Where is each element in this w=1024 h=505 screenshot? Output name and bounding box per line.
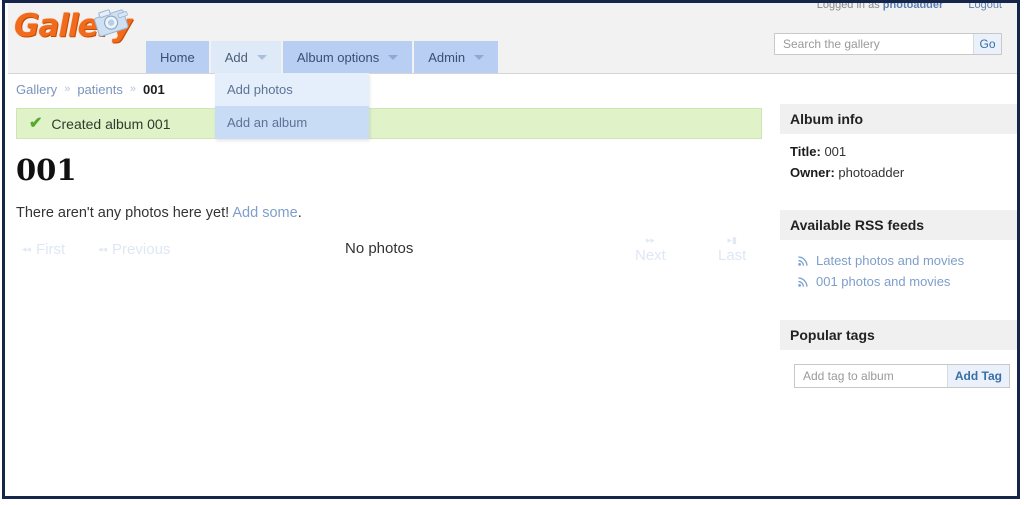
- album-info-owner-row: Owner: photoadder: [790, 165, 1010, 180]
- rss-icon: [798, 277, 808, 287]
- sidebar-block-rss: Available RSS feeds Latest photos and mo…: [780, 210, 1017, 298]
- pagination-last-label: Last: [718, 247, 747, 264]
- chevron-down-icon: [474, 54, 485, 60]
- breadcrumb: Gallery » patients » 001: [8, 74, 1017, 104]
- next-page-icon: ▸▸: [645, 235, 655, 245]
- album-info-title-row: Title: 001: [790, 144, 1010, 159]
- nav-tab-home-label: Home: [160, 49, 195, 65]
- site-header: Gallery Logged in as photoadder Logout G…: [8, 3, 1017, 139]
- album-info-heading: Album info: [780, 104, 1017, 134]
- popular-tags-heading: Popular tags: [780, 320, 1017, 350]
- last-page-icon: ▸▮: [727, 235, 737, 245]
- nav-tab-add-label: Add: [224, 49, 248, 65]
- logout-link[interactable]: Logout: [968, 3, 1002, 11]
- nav-tab-album-options-label: Album options: [296, 49, 380, 65]
- status-message-text: Created album 001: [51, 115, 171, 132]
- album-info-owner-value: photoadder: [838, 165, 905, 180]
- username-link[interactable]: photoadder: [883, 3, 944, 11]
- breadcrumb-item-current: 001: [142, 81, 165, 97]
- pagination-next-label: Next: [635, 247, 666, 264]
- sidebar: Album info Title: 001 Owner: photoadder …: [780, 104, 1017, 496]
- rss-body: Latest photos and movies 001 photos and …: [780, 240, 1017, 298]
- search-go-button[interactable]: Go: [973, 34, 1001, 54]
- add-tag-input[interactable]: [795, 365, 947, 387]
- album-info-body: Title: 001 Owner: photoadder: [780, 134, 1017, 192]
- search-form: Go: [774, 33, 1002, 55]
- sidebar-block-album-info: Album info Title: 001 Owner: photoadder: [780, 104, 1017, 192]
- album-info-title-label: Title:: [790, 144, 821, 159]
- nav-tab-admin-label: Admin: [428, 49, 466, 65]
- rss-feed-row[interactable]: Latest photos and movies: [790, 250, 1010, 271]
- pagination-first-label: First: [36, 241, 66, 258]
- menu-item-add-an-album[interactable]: Add an album: [215, 106, 369, 139]
- add-tag-button[interactable]: Add Tag: [946, 365, 1009, 387]
- album-info-title-value: 001: [824, 144, 847, 159]
- gallery-logo[interactable]: Gallery: [12, 5, 137, 57]
- pagination-next[interactable]: ▸▸ Next: [635, 235, 666, 265]
- sidebar-block-tags: Popular tags Add Tag: [780, 320, 1017, 388]
- empty-album-text: There aren't any photos here yet!: [16, 204, 230, 221]
- pagination: ◂◂ First ◂◂ Previous No photos ▸▸ Next ▸…: [8, 232, 770, 282]
- rss-heading: Available RSS feeds: [780, 210, 1017, 240]
- breadcrumb-separator: »: [64, 83, 71, 95]
- add-dropdown-menu: Add photos Add an album: [215, 73, 369, 139]
- pagination-status: No photos: [345, 240, 414, 257]
- nav-tab-album-options[interactable]: Album options: [282, 41, 415, 73]
- previous-page-icon: ◂◂: [98, 244, 108, 254]
- pagination-last[interactable]: ▸▮ Last: [718, 235, 747, 265]
- rss-icon: [798, 256, 808, 266]
- menu-item-add-photos[interactable]: Add photos: [215, 73, 369, 106]
- add-tag-form: Add Tag: [794, 364, 1010, 388]
- main-column: ✔ Created album 001 001 There aren't any…: [8, 104, 770, 496]
- status-message-banner: ✔ Created album 001: [16, 108, 762, 139]
- logged-in-label: Logged in as: [816, 3, 880, 11]
- rss-feed-link[interactable]: Latest photos and movies: [816, 253, 964, 268]
- main-navigation: Home Add Album options Admin: [146, 41, 501, 73]
- album-info-owner-label: Owner:: [790, 165, 835, 180]
- rss-feed-row[interactable]: 001 photos and movies: [790, 271, 1010, 292]
- nav-tab-add[interactable]: Add: [210, 41, 283, 73]
- content-area: ✔ Created album 001 001 There aren't any…: [8, 104, 1017, 496]
- chevron-down-icon: [388, 54, 399, 60]
- pagination-previous-label: Previous: [112, 241, 171, 258]
- check-icon: ✔: [29, 114, 43, 132]
- empty-album-suffix: .: [297, 204, 302, 221]
- page-title: 001: [16, 153, 77, 187]
- search-input[interactable]: [775, 34, 973, 54]
- nav-tab-home[interactable]: Home: [146, 41, 211, 73]
- browser-page-frame: Gallery Logged in as photoadder Logout G…: [2, 0, 1020, 499]
- chevron-down-icon: [256, 54, 267, 60]
- rss-feed-link[interactable]: 001 photos and movies: [816, 274, 950, 289]
- empty-album-notice: There aren't any photos here yet! Add so…: [16, 205, 770, 221]
- page-inner: Gallery Logged in as photoadder Logout G…: [8, 3, 1017, 496]
- user-status-bar: Logged in as photoadder Logout: [817, 3, 1002, 11]
- first-page-icon: ◂◂: [22, 244, 32, 254]
- pagination-first[interactable]: ◂◂ First: [22, 241, 65, 258]
- camera-icon: [94, 9, 129, 37]
- add-some-link[interactable]: Add some: [232, 205, 297, 221]
- pagination-previous[interactable]: ◂◂ Previous: [98, 241, 170, 258]
- breadcrumb-item-patients[interactable]: patients: [77, 82, 123, 97]
- nav-tab-admin[interactable]: Admin: [414, 41, 501, 73]
- breadcrumb-separator: »: [129, 83, 136, 95]
- breadcrumb-item-gallery[interactable]: Gallery: [16, 82, 57, 97]
